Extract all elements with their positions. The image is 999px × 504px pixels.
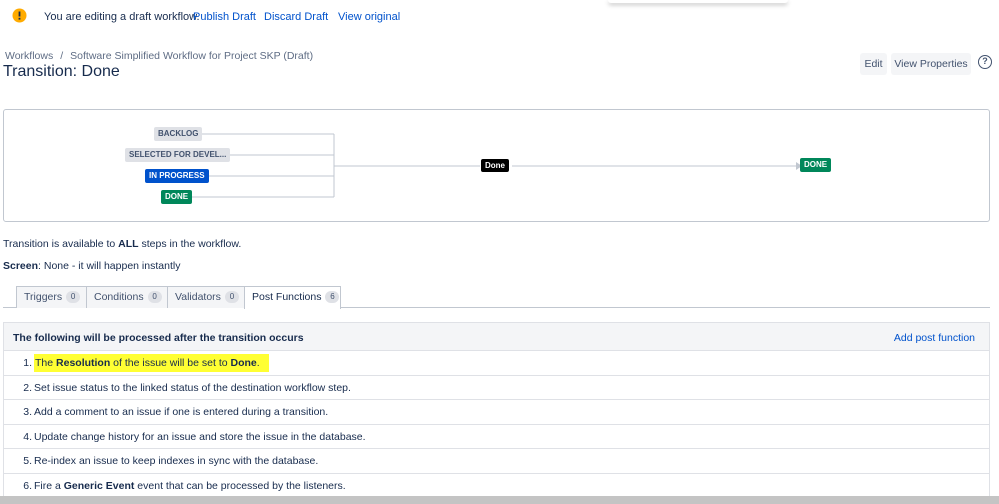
tab-label: Post Functions — [252, 291, 322, 303]
horizontal-scrollbar[interactable] — [0, 496, 999, 504]
breadcrumb: Workflows / Software Simplified Workflow f… — [5, 50, 313, 62]
row-number: 2. — [23, 381, 32, 394]
text-part: . — [256, 357, 260, 369]
text-part: Fire a — [34, 479, 64, 492]
row-number: 1. — [23, 357, 32, 369]
screen-label: Screen — [3, 260, 39, 272]
screen-text: Screen: None - it will happen instantly — [3, 260, 180, 272]
discard-draft-link[interactable]: Discard Draft — [264, 11, 328, 23]
row-text: Add a comment to an issue if one is ente… — [34, 406, 329, 419]
highlighted-text: The Resolution of the issue will be set … — [34, 354, 269, 372]
tab-conditions[interactable]: Conditions 0 — [86, 286, 168, 308]
text-part: event that can be processed by the liste… — [134, 479, 346, 492]
bold-part: Generic Event — [63, 479, 135, 492]
draft-message: You are editing a draft workflow. — [44, 11, 200, 23]
row-text: The Resolution of the issue will be set … — [34, 351, 269, 375]
tab-triggers[interactable]: Triggers 0 — [16, 286, 87, 308]
row-number: 6. — [23, 479, 32, 492]
post-functions-heading: The following will be processed after th… — [13, 332, 304, 344]
availability-prefix: Transition is available to — [3, 238, 119, 250]
screen-value: : None - it will happen instantly — [38, 260, 181, 272]
page-title: Transition: Done — [3, 63, 120, 80]
post-functions-header: The following will be processed after th… — [4, 323, 989, 351]
post-function-row: 3. Add a comment to an issue if one is e… — [4, 400, 989, 425]
row-number: 3. — [23, 406, 32, 419]
tab-label: Conditions — [94, 291, 144, 303]
count-badge: 0 — [66, 291, 81, 303]
row-text: Fire a Generic Event event that can be p… — [34, 474, 346, 498]
post-function-row: 6. Fire a Generic Event event that can b… — [4, 474, 989, 499]
help-icon[interactable]: ? — [978, 55, 992, 69]
warning-icon — [12, 8, 27, 23]
count-badge: 0 — [224, 291, 239, 303]
row-number: 4. — [23, 430, 32, 443]
view-original-link[interactable]: View original — [338, 11, 400, 23]
availability-suffix: steps in the workflow. — [138, 238, 242, 250]
bold-part: Resolution — [56, 357, 111, 369]
post-function-row: 4. Update change history for an issue an… — [4, 425, 989, 450]
bold-part: Done — [230, 357, 257, 369]
post-function-row: 1. The Resolution of the issue will be s… — [4, 351, 989, 376]
text-part: The — [35, 357, 57, 369]
tab-label: Triggers — [24, 291, 63, 303]
post-function-row: 2. Set issue status to the linked status… — [4, 376, 989, 401]
publish-draft-link[interactable]: Publish Draft — [193, 11, 256, 23]
source-status-done: DONE — [161, 190, 193, 204]
count-badge: 6 — [325, 291, 340, 303]
row-text: Update change history for an issue and s… — [34, 430, 366, 443]
availability-all: ALL — [118, 238, 139, 250]
breadcrumb-current-workflow-link[interactable]: Software Simplified Workflow for Project… — [70, 50, 313, 62]
availability-text: Transition is available to ALL steps in … — [3, 238, 241, 250]
tab-post-functions[interactable]: Post Functions 6 — [244, 286, 341, 309]
dropdown-shadow — [608, 0, 788, 3]
transition-label: Done — [481, 159, 509, 172]
target-status-done: DONE — [800, 158, 832, 172]
row-text: Re-index an issue to keep indexes in syn… — [34, 455, 319, 468]
transition-diagram: BACKLOG SELECTED FOR DEVEL... IN PROGRES… — [3, 109, 990, 222]
tab-label: Validators — [175, 291, 221, 303]
post-functions-table: The following will be processed after th… — [3, 322, 990, 500]
breadcrumb-separator: / — [60, 50, 64, 62]
source-status-in-progress: IN PROGRESS — [145, 169, 209, 183]
source-status-selected: SELECTED FOR DEVEL... — [125, 148, 231, 162]
count-badge: 0 — [147, 291, 162, 303]
tab-validators[interactable]: Validators 0 — [167, 286, 245, 308]
source-status-backlog: BACKLOG — [154, 127, 203, 141]
edit-button[interactable]: Edit — [860, 53, 887, 75]
row-number: 5. — [23, 455, 32, 468]
add-post-function-link[interactable]: Add post function — [894, 332, 975, 344]
draft-banner: You are editing a draft workflow. Publis… — [0, 0, 999, 34]
post-function-row: 5. Re-index an issue to keep indexes in … — [4, 449, 989, 474]
row-text: Set issue status to the linked status of… — [34, 381, 351, 394]
text-part: of the issue will be set to — [110, 357, 231, 369]
breadcrumb-workflows-link[interactable]: Workflows — [5, 50, 53, 62]
view-properties-button[interactable]: View Properties — [891, 53, 971, 75]
